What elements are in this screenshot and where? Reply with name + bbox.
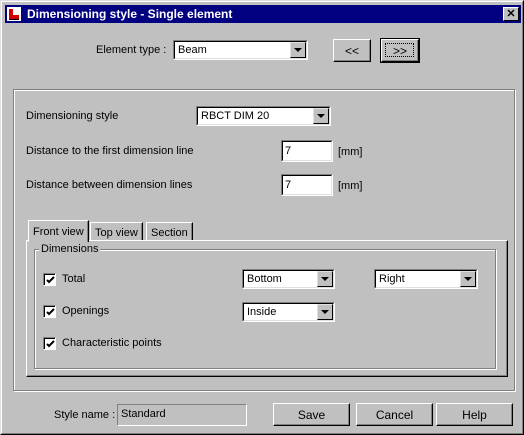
title-bar[interactable]: Dimensioning style - Single element ✕: [5, 5, 521, 23]
dimensioning-style-select[interactable]: RBCT DIM 20: [196, 106, 331, 126]
check-icon: [46, 308, 55, 316]
tab-section[interactable]: Section: [146, 222, 193, 242]
tab-front-view[interactable]: Front view: [28, 220, 89, 242]
total-label: Total: [62, 273, 86, 285]
element-type-select[interactable]: Beam: [173, 40, 308, 60]
save-button[interactable]: Save: [273, 403, 350, 426]
front-view-panel: Dimensions Total Bottom Right Openings I…: [26, 240, 508, 377]
total-checkbox[interactable]: [43, 273, 56, 286]
style-name-label: Style name :: [54, 409, 116, 421]
dimensioning-style-value: RBCT DIM 20: [201, 110, 270, 122]
window-title: Dimensioning style - Single element: [27, 7, 233, 21]
total-position-value: Bottom: [247, 273, 282, 285]
first-distance-value: 7: [285, 145, 292, 157]
dimensions-legend: Dimensions: [39, 243, 101, 255]
tab-top-view-label: Top view: [95, 226, 138, 239]
cancel-button[interactable]: Cancel: [356, 403, 433, 426]
characteristic-points-label: Characteristic points: [62, 337, 162, 349]
previous-element-label: <<: [344, 43, 359, 58]
total-side-value: Right: [379, 273, 405, 285]
openings-placement-value: Inside: [247, 306, 277, 318]
first-distance-unit: [mm]: [338, 146, 363, 158]
between-distance-value: 7: [285, 179, 292, 191]
dialog-window: Dimensioning style - Single element ✕ El…: [0, 0, 524, 435]
check-icon: [46, 340, 55, 348]
between-distance-input[interactable]: 7: [281, 174, 333, 196]
close-icon[interactable]: ✕: [503, 7, 519, 21]
next-element-button[interactable]: >>: [380, 38, 420, 63]
tab-top-view[interactable]: Top view: [90, 222, 143, 242]
chevron-down-icon[interactable]: [313, 108, 329, 124]
openings-placement-select[interactable]: Inside: [242, 302, 335, 322]
tab-front-view-label: Front view: [33, 225, 84, 238]
chevron-down-icon[interactable]: [460, 271, 476, 287]
between-distance-unit: [mm]: [338, 180, 363, 192]
dimensioning-style-label: Dimensioning style: [26, 110, 119, 122]
first-distance-label: Distance to the first dimension line: [26, 145, 194, 157]
check-icon: [46, 276, 55, 284]
openings-label: Openings: [62, 305, 110, 317]
first-distance-input[interactable]: 7: [281, 140, 333, 162]
total-position-select[interactable]: Bottom: [242, 269, 335, 289]
save-label: Save: [297, 407, 326, 422]
element-type-label: Element type :: [96, 44, 167, 56]
between-distance-label: Distance between dimension lines: [26, 179, 193, 191]
element-type-value: Beam: [178, 44, 207, 56]
characteristic-points-checkbox[interactable]: [43, 337, 56, 350]
focus-rectangle: [385, 43, 414, 57]
cancel-label: Cancel: [375, 407, 414, 422]
chevron-down-icon[interactable]: [290, 42, 306, 58]
help-label: Help: [462, 407, 487, 422]
style-name-field: Standard: [117, 404, 247, 426]
total-side-select[interactable]: Right: [374, 269, 478, 289]
tab-section-label: Section: [151, 226, 188, 239]
previous-element-button[interactable]: <<: [333, 39, 371, 62]
chevron-down-icon[interactable]: [317, 271, 333, 287]
style-name-value: Standard: [121, 408, 166, 420]
app-icon: [7, 7, 23, 21]
help-button[interactable]: Help: [436, 403, 513, 426]
chevron-down-icon[interactable]: [317, 304, 333, 320]
openings-checkbox[interactable]: [43, 305, 56, 318]
